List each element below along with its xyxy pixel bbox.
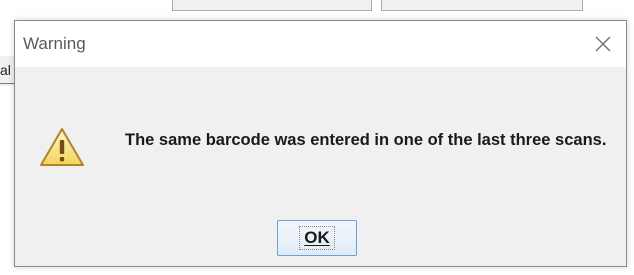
background-label: al	[0, 62, 11, 78]
dialog-titlebar[interactable]: Warning	[15, 21, 626, 67]
dialog-title: Warning	[23, 34, 86, 53]
close-button[interactable]	[590, 31, 616, 57]
ok-button[interactable]: OK	[277, 220, 357, 256]
warning-dialog: Warning The same barcode was entered in …	[14, 20, 627, 267]
background-button	[381, 0, 583, 11]
background-button	[172, 0, 372, 11]
close-icon	[595, 36, 611, 52]
screen: al Warning The same barcode was entered …	[0, 0, 634, 275]
divider	[0, 83, 14, 84]
ok-button-label: OK	[299, 226, 335, 250]
warning-message: The same barcode was entered in one of t…	[125, 131, 607, 149]
dialog-body: The same barcode was entered in one of t…	[15, 67, 626, 266]
warning-triangle-icon	[40, 128, 84, 166]
background-window-fragment: al	[0, 56, 14, 86]
